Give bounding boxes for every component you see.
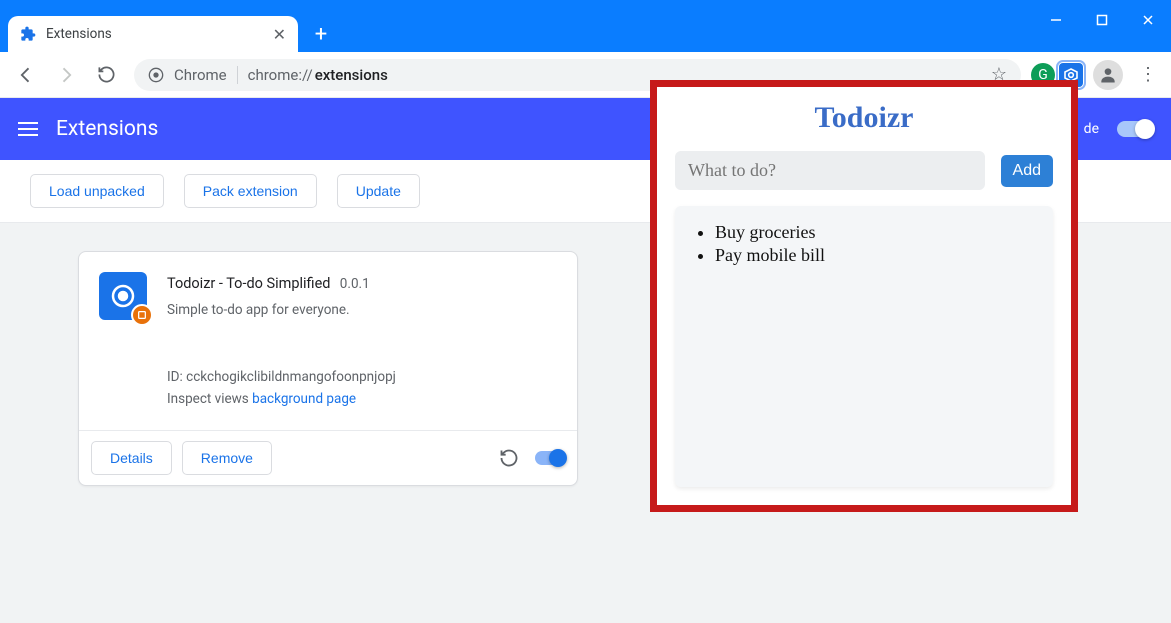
- developer-mode-label: de: [1084, 121, 1099, 137]
- pack-extension-button[interactable]: Pack extension: [184, 174, 317, 208]
- window-maximize-button[interactable]: [1079, 0, 1125, 40]
- window-minimize-button[interactable]: [1033, 0, 1079, 40]
- profile-avatar[interactable]: [1093, 60, 1123, 90]
- tab-close-icon[interactable]: ✕: [273, 25, 286, 44]
- reload-button[interactable]: [88, 57, 124, 93]
- window-close-button[interactable]: [1125, 0, 1171, 40]
- todo-item[interactable]: Pay mobile bill: [715, 245, 1033, 266]
- update-button[interactable]: Update: [337, 174, 420, 208]
- extension-id-value: cckchogikclibildnmangofoonpnjopj: [186, 369, 396, 385]
- menu-button[interactable]: [18, 122, 38, 136]
- todo-item[interactable]: Buy groceries: [715, 222, 1033, 243]
- extension-card: Todoizr - To-do Simplified 0.0.1 Simple …: [78, 251, 578, 486]
- omnibox-url-path: extensions: [315, 66, 388, 84]
- browser-tab[interactable]: Extensions ✕: [8, 16, 298, 52]
- extension-popup-highlight: Todoizr Add Buy groceriesPay mobile bill: [650, 80, 1078, 512]
- inspect-views-label: Inspect views: [167, 391, 249, 407]
- developer-mode-toggle[interactable]: [1117, 121, 1153, 137]
- extension-description: Simple to-do app for everyone.: [167, 300, 557, 322]
- puzzle-icon: [20, 26, 36, 42]
- omnibox-scheme-label: Chrome: [174, 66, 227, 84]
- browser-menu-button[interactable]: ⋮: [1133, 64, 1163, 85]
- extension-card-icon: [99, 272, 147, 320]
- todo-list: Buy groceriesPay mobile bill: [675, 206, 1053, 487]
- load-unpacked-button[interactable]: Load unpacked: [30, 174, 164, 208]
- popup-title: Todoizr: [675, 101, 1053, 135]
- background-page-link[interactable]: background page: [252, 391, 356, 407]
- todo-input[interactable]: [675, 151, 985, 190]
- back-button[interactable]: [8, 57, 44, 93]
- extension-name: Todoizr - To-do Simplified: [167, 275, 330, 292]
- page-title: Extensions: [56, 117, 158, 141]
- unpacked-badge-icon: [131, 304, 153, 326]
- reload-extension-button[interactable]: [493, 442, 525, 474]
- remove-button[interactable]: Remove: [182, 441, 272, 475]
- omnibox-divider: [237, 66, 238, 84]
- forward-button[interactable]: [48, 57, 84, 93]
- extension-id-label: ID:: [167, 369, 183, 385]
- extension-popup: Todoizr Add Buy groceriesPay mobile bill: [675, 95, 1053, 487]
- omnibox-url-prefix: chrome://: [248, 66, 313, 84]
- details-button[interactable]: Details: [91, 441, 172, 475]
- site-info-icon[interactable]: [148, 67, 164, 83]
- extension-version: 0.0.1: [340, 276, 370, 292]
- new-tab-button[interactable]: +: [306, 19, 336, 49]
- add-todo-button[interactable]: Add: [1001, 155, 1053, 187]
- extension-enabled-toggle[interactable]: [535, 451, 565, 465]
- tab-title: Extensions: [46, 26, 263, 42]
